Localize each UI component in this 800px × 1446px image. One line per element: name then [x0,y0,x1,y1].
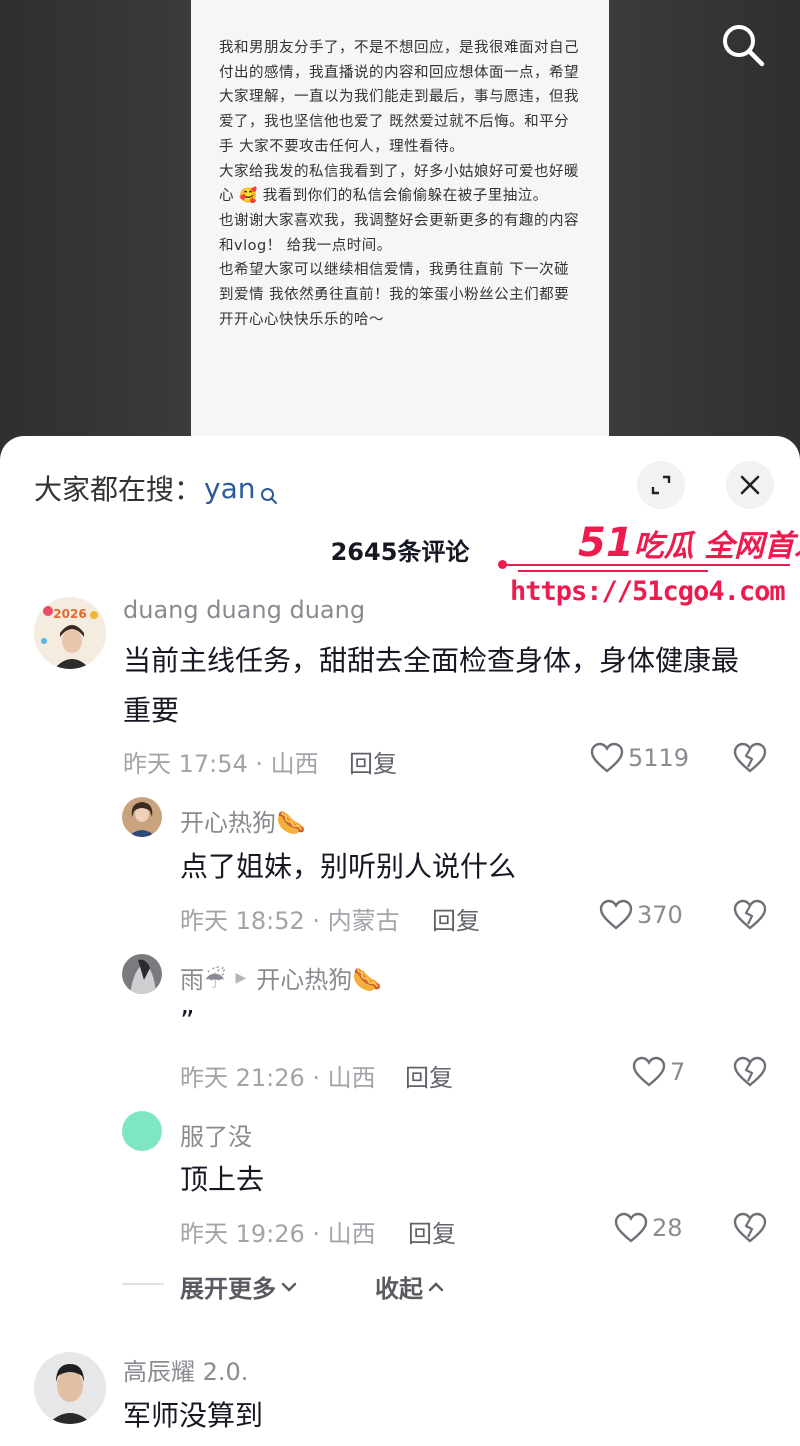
comment-text: 当前主线任务，甜甜去全面检查身体，身体健康最重要 [123,644,740,727]
heart-icon [614,1212,648,1243]
reply-username[interactable]: 雨☔ [180,960,226,995]
watermark-line-2 [518,570,708,572]
comment-username[interactable]: 高辰耀 2.0. [123,1352,248,1387]
collapse-button[interactable]: 收起 [375,1269,445,1304]
close-icon [740,475,760,495]
like-count: 370 [637,901,683,929]
reply-username-row: 雨☔ ▶ 开心热狗🌭 [180,960,382,995]
watermark-url: https://51cgo4.com [510,576,786,607]
reply-meta: 昨天 21:26 · 山西 [180,1064,376,1092]
like-count: 5119 [628,744,690,772]
like-count: 28 [652,1214,683,1242]
expand-more-button[interactable]: 展开更多 [180,1269,298,1304]
chevron-down-icon [281,1282,297,1292]
reply-to-username[interactable]: 开心热狗🌭 [256,960,382,995]
trending-search-keyword[interactable]: yan [204,472,255,505]
broken-heart-icon [733,742,767,773]
reply-username[interactable]: 开心热狗🌭 [180,803,306,838]
watermark: 51吃瓜 全网首发 https://51cgo4.com [498,520,800,620]
collapse-label: 收起 [375,1275,423,1303]
thread-divider [122,1283,164,1285]
search-small-icon [260,479,278,504]
broken-heart-icon [733,1056,767,1087]
reply-username[interactable]: 服了没 [180,1117,252,1152]
dislike-button[interactable] [733,742,767,776]
post-paragraph-3: 也谢谢大家喜欢我，我调整好会更新更多的有趣的内容 和vlog！ 给我一点时间。 [219,212,579,254]
heart-icon [599,899,633,930]
reply-text: 点了姐妹，别听别人说什么 [180,850,517,883]
expand-icon [651,475,671,495]
reply-button[interactable]: 回复 [408,1214,456,1249]
reply-meta: 昨天 19:26 · 山西 [180,1220,376,1248]
comment-username[interactable]: duang duang duang [123,596,365,624]
close-sheet-button[interactable] [726,461,774,509]
comment-meta: 昨天 17:54 · 山西 [123,750,319,778]
dislike-button[interactable] [733,1056,767,1090]
avatar[interactable] [122,954,162,994]
trending-search-prefix: 大家都在搜： [34,473,203,506]
post-paragraph-2: 大家给我发的私信我看到了，好多小姑娘好可爱也好暖心 🥰 我看到你们的私信会偷偷躲… [219,163,579,205]
reply-button[interactable]: 回复 [405,1058,453,1093]
dislike-button[interactable] [733,1212,767,1246]
broken-heart-icon [733,1212,767,1243]
heart-icon [632,1056,666,1087]
like-button[interactable]: 7 [632,1056,685,1088]
like-count: 7 [670,1058,686,1086]
reply-meta: 昨天 18:52 · 内蒙古 [180,907,400,935]
expand-more-label: 展开更多 [180,1275,276,1303]
dislike-button[interactable] [733,899,767,933]
avatar[interactable] [122,1111,162,1151]
post-paragraph-1: 我和男朋友分手了，不是不想回应，是我很难面对自己付出的感情，我直播说的内容和回应… [219,40,579,155]
reply-button[interactable]: 回复 [349,744,397,779]
avatar[interactable]: 2026 [34,597,106,669]
avatar[interactable] [122,797,162,837]
like-button[interactable]: 28 [614,1212,683,1244]
reply-button[interactable]: 回复 [432,901,480,936]
post-text-card: 我和男朋友分手了，不是不想回应，是我很难面对自己付出的感情，我直播说的内容和回应… [191,0,609,470]
reply-text: ” [180,1004,195,1037]
like-button[interactable]: 5119 [590,742,689,774]
heart-icon [590,742,624,773]
comment-text: 军师没算到 [123,1399,264,1432]
chevron-up-icon [428,1281,444,1291]
reply-arrow-icon: ▶ [235,969,247,986]
reply-text: 顶上去 [180,1163,265,1196]
avatar-badge: 2026 [53,607,86,621]
broken-heart-icon [733,899,767,930]
like-button[interactable]: 370 [599,899,683,931]
trending-search-bar[interactable]: 大家都在搜： yan [34,468,278,508]
avatar[interactable] [34,1352,106,1424]
watermark-brand: 51吃瓜 全网首发 [578,520,800,566]
watermark-line [500,564,790,566]
search-icon[interactable] [718,20,768,70]
expand-sheet-button[interactable] [637,461,685,509]
post-paragraph-4: 也希望大家可以继续相信爱情，我勇往直前 下一次碰到爱情 我依然勇往直前！我的笨蛋… [219,262,570,328]
